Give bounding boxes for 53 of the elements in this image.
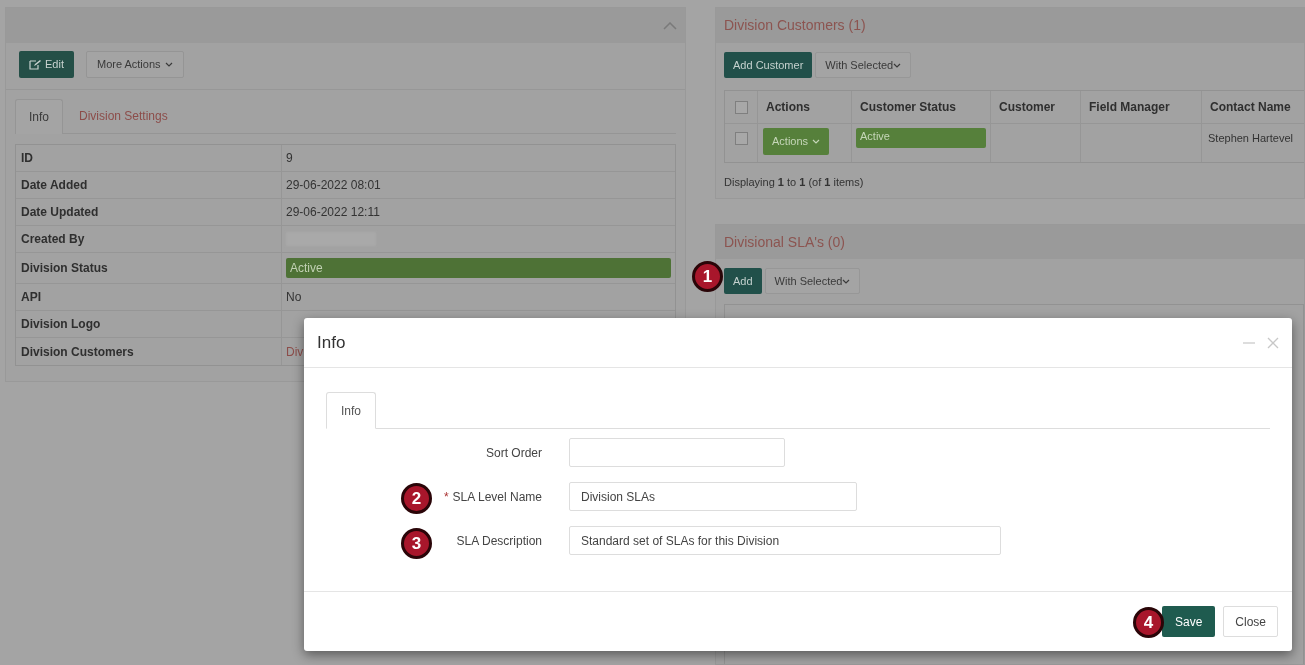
input-field[interactable]: Standard set of SLAs for this Division bbox=[569, 526, 1001, 555]
required-mark: * bbox=[443, 488, 449, 506]
panel-title: Divisional SLA's (0) bbox=[724, 232, 845, 252]
add-button[interactable]: Add bbox=[724, 268, 762, 294]
status-badge: Active bbox=[286, 258, 671, 278]
number-badge: 1 bbox=[692, 261, 723, 292]
field-label: SLA Level Name bbox=[452, 488, 542, 506]
edit-icon bbox=[29, 59, 41, 70]
table-cell: Division Logo bbox=[16, 311, 282, 337]
save-button[interactable]: Save bbox=[1161, 606, 1216, 637]
minimize-button[interactable] bbox=[1243, 341, 1255, 344]
field-label: SLA Description bbox=[456, 532, 542, 550]
caret-icon bbox=[164, 62, 173, 67]
input-field[interactable] bbox=[569, 438, 785, 467]
table-cell: ID bbox=[16, 145, 282, 171]
column-header: Customer Status bbox=[852, 91, 991, 123]
with-selected-button[interactable]: With Selected bbox=[764, 268, 861, 294]
table-cell: Stephen Hartevel bbox=[1208, 132, 1293, 144]
table-cell: Date Added bbox=[16, 172, 282, 198]
tab[interactable]: Info bbox=[15, 99, 63, 134]
panel-title: Division Customers (1) bbox=[724, 16, 866, 35]
table-cell-text: No bbox=[286, 289, 302, 306]
tab[interactable]: Info bbox=[326, 392, 376, 429]
close-icon[interactable] bbox=[1267, 336, 1279, 349]
chevron-up-icon bbox=[663, 21, 677, 30]
table-cell: Division Customers bbox=[16, 338, 282, 365]
close-button[interactable]: Close bbox=[1223, 606, 1278, 637]
dialog-title: Info bbox=[317, 331, 347, 354]
edit-button[interactable]: Edit bbox=[19, 51, 74, 78]
actions-button[interactable]: Actions bbox=[763, 128, 830, 155]
table-cell: Created By bbox=[16, 226, 282, 252]
table-cell: Date Updated bbox=[16, 199, 282, 225]
caret-icon bbox=[842, 278, 851, 284]
column-header: Contact Name bbox=[1202, 91, 1304, 123]
pagination-text: Displaying 1 to 1 (of 1 items) bbox=[723, 175, 865, 190]
more-actions-button[interactable]: More Actions bbox=[85, 51, 184, 78]
field-label: Sort Order bbox=[486, 444, 542, 462]
caret-icon bbox=[812, 139, 821, 144]
column-header: Customer bbox=[991, 91, 1081, 123]
table-cell-text: 29-06-2022 08:01 bbox=[286, 177, 381, 194]
checkbox[interactable] bbox=[734, 100, 748, 114]
with-selected-button[interactable]: With Selected bbox=[815, 52, 912, 78]
table-cell: API bbox=[16, 284, 282, 310]
column-header: Field Manager bbox=[1081, 91, 1202, 123]
table-cell: Division Status bbox=[16, 253, 282, 283]
table-cell-text: 29-06-2022 12:11 bbox=[286, 204, 380, 221]
column-header: Actions bbox=[758, 91, 852, 123]
status-badge: Active bbox=[856, 128, 986, 148]
checkbox[interactable] bbox=[734, 132, 748, 145]
caret-icon bbox=[893, 62, 902, 68]
table-cell-text: 9 bbox=[286, 150, 293, 167]
add-button[interactable]: Add Customer bbox=[724, 52, 813, 78]
input-field[interactable]: Division SLAs bbox=[569, 482, 857, 511]
